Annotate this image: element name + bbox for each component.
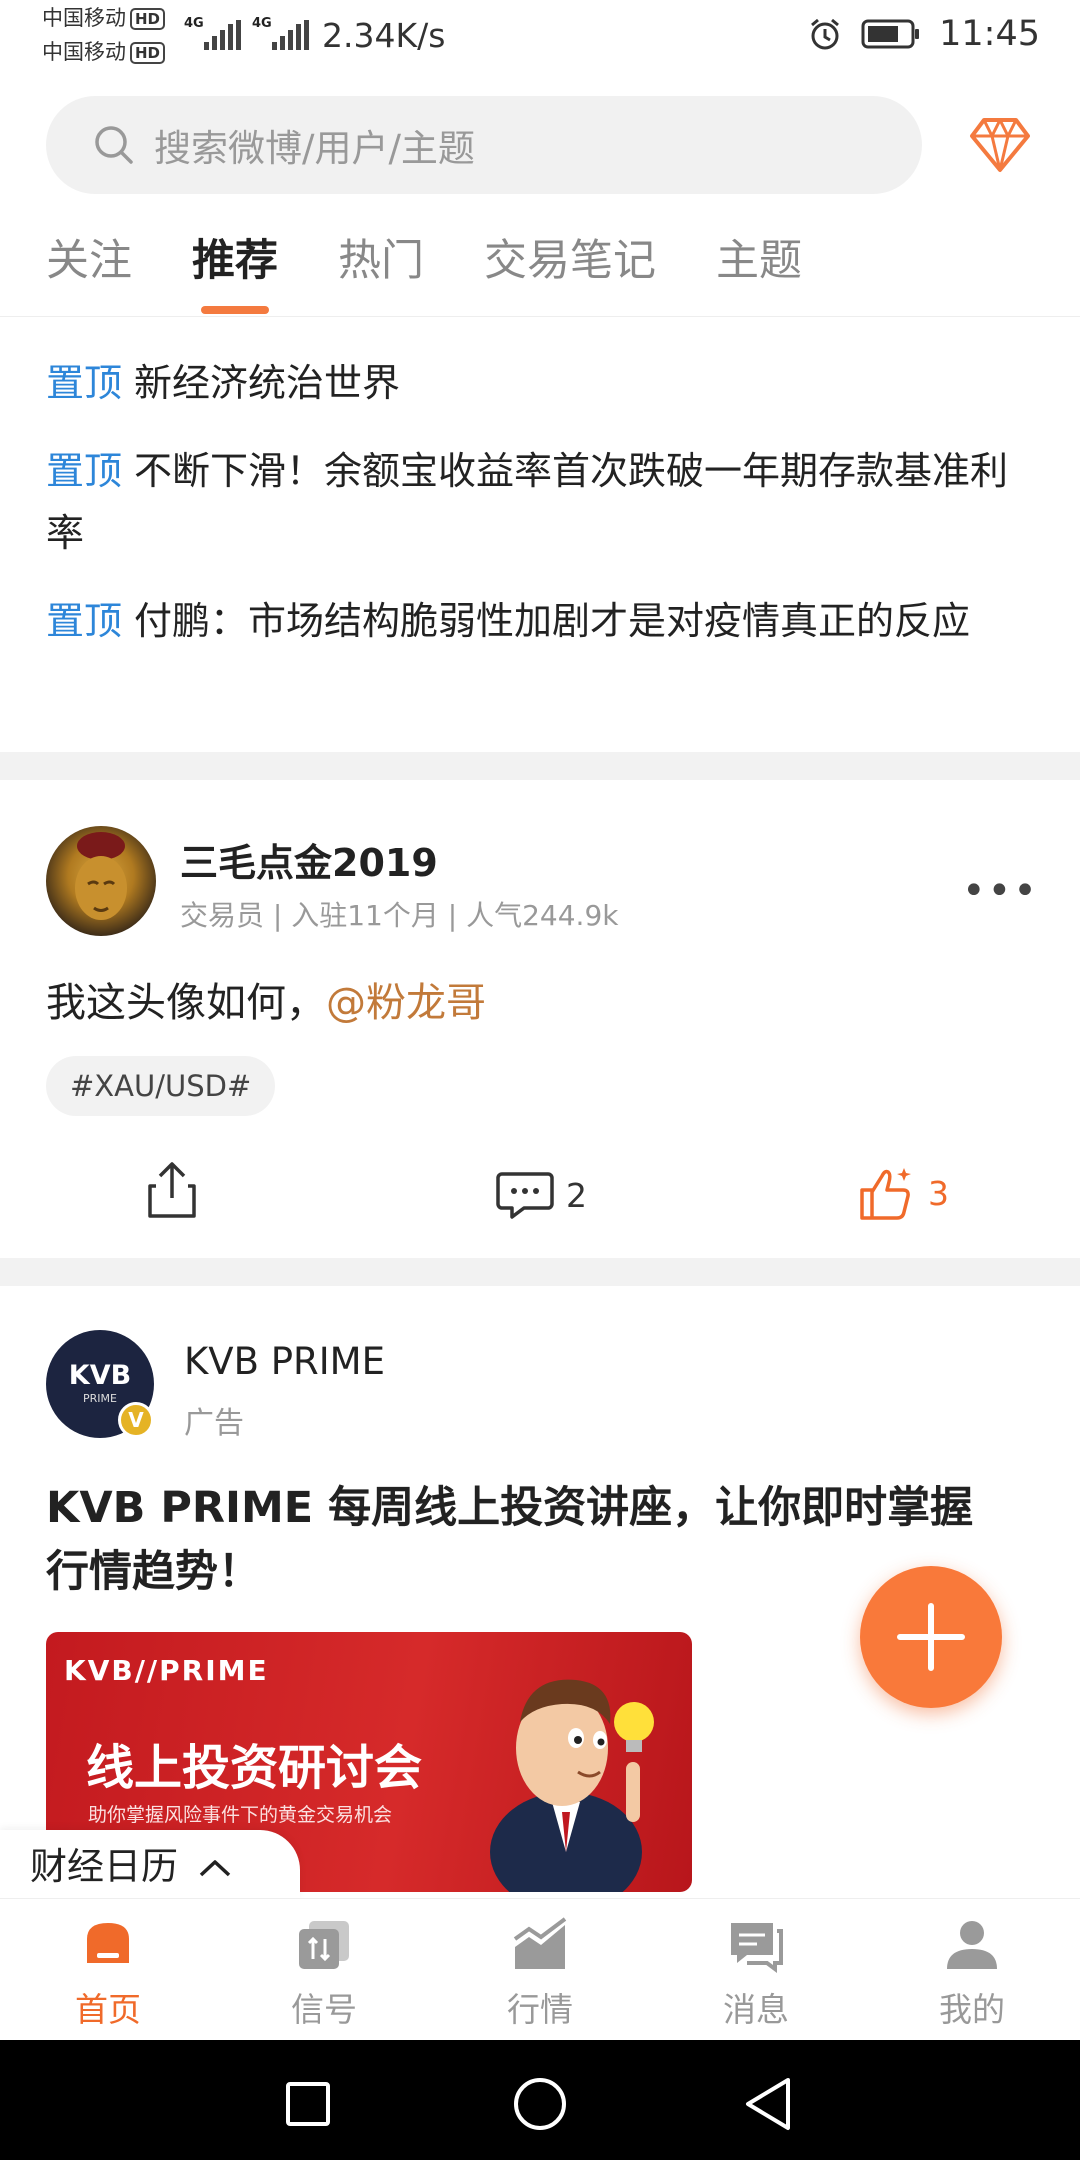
- hashtag-chip[interactable]: #XAU/USD#: [46, 1056, 276, 1116]
- tab-hot-label: 热门: [338, 236, 424, 286]
- network-speed: 2.34K/s: [322, 16, 446, 55]
- mention-link[interactable]: @粉龙哥: [326, 980, 486, 1026]
- system-nav-bar: [0, 2040, 1080, 2160]
- tab-recommend[interactable]: 推荐: [192, 226, 278, 316]
- bottom-nav: 首页 信号 行情 消息 我的: [0, 1898, 1080, 2040]
- pinned-item[interactable]: 置顶 付鹏：市场结构脆弱性加剧才是对疫情真正的反应: [46, 590, 1026, 652]
- carrier-1: 中国移动 HD: [42, 6, 166, 30]
- nav-market-label: 行情: [507, 1990, 573, 2029]
- post-body: 我这头像如何，: [46, 980, 326, 1026]
- finance-calendar-toggle[interactable]: 财经日历: [0, 1830, 300, 1898]
- market-icon: [513, 1917, 567, 1969]
- section-divider: [0, 1258, 1080, 1286]
- share-button[interactable]: [146, 1160, 198, 1220]
- back-triangle-icon[interactable]: [742, 2076, 794, 2132]
- battery-icon: [861, 19, 920, 49]
- carrier-2-label: 中国移动: [42, 40, 126, 64]
- hd-badge-1: HD: [130, 8, 166, 30]
- pinned-item[interactable]: 置顶 新经济统治世界: [46, 352, 1026, 414]
- tab-follow-label: 关注: [46, 236, 132, 286]
- create-post-button[interactable]: [860, 1566, 1002, 1708]
- feed-tabs: 关注 推荐 热门 交易笔记 主题: [46, 226, 802, 316]
- pinned-title: 新经济统治世界: [134, 361, 401, 405]
- finance-calendar-label: 财经日历: [30, 1845, 178, 1888]
- tab-trade-notes-label: 交易笔记: [484, 236, 656, 286]
- section-divider: [0, 752, 1080, 780]
- ad-brand-name[interactable]: KVB PRIME: [184, 1340, 385, 1383]
- pinned-tag: 置顶: [46, 361, 123, 405]
- ad-label: 广告: [184, 1406, 244, 1441]
- tab-hot[interactable]: 热门: [338, 226, 424, 316]
- kvb-avatar[interactable]: KVB PRIME V: [46, 1330, 154, 1438]
- comment-count: 2: [566, 1175, 587, 1215]
- nav-market[interactable]: 行情: [470, 1917, 610, 2031]
- comment-icon: [496, 1172, 554, 1219]
- post-user-meta: 交易员 | 入驻11个月 | 人气244.9k: [180, 899, 619, 932]
- signal-icon: [299, 1921, 349, 1969]
- nav-profile[interactable]: 我的: [902, 1917, 1042, 2031]
- tab-trade-notes[interactable]: 交易笔记: [484, 226, 656, 316]
- pinned-title: 不断下滑！余额宝收益率首次跌破一年期存款基准利率: [46, 449, 1009, 555]
- share-icon: [148, 1162, 196, 1218]
- alarm-icon: [811, 18, 840, 50]
- comment-button[interactable]: 2: [496, 1170, 587, 1220]
- tab-topics[interactable]: 主题: [716, 226, 802, 316]
- tab-follow[interactable]: 关注: [46, 226, 132, 316]
- like-count: 3: [928, 1173, 949, 1213]
- like-button[interactable]: 3: [858, 1164, 949, 1222]
- recents-square-icon[interactable]: [284, 2080, 332, 2128]
- search-input[interactable]: 搜索微博/用户/主题: [46, 96, 922, 194]
- tab-recommend-label: 推荐: [192, 236, 278, 286]
- nav-profile-label: 我的: [939, 1990, 1005, 2029]
- active-tab-indicator: [201, 306, 269, 314]
- status-bar: 中国移动 HD 中国移动 HD 4G 4G 2.34K/s 11:45: [0, 0, 1080, 76]
- more-options-icon[interactable]: •••: [962, 868, 1039, 914]
- network-type-2: 4G: [252, 16, 272, 31]
- post-username[interactable]: 三毛点金2019: [180, 832, 438, 887]
- clock: 11:45: [939, 14, 1040, 54]
- pinned-item[interactable]: 置顶 不断下滑！余额宝收益率首次跌破一年期存款基准利率: [46, 440, 1026, 564]
- hd-badge-2: HD: [130, 42, 166, 64]
- banner-title: 线上投资研讨会: [86, 1740, 423, 1796]
- chevron-up-icon: [199, 1860, 230, 1877]
- nav-home-label: 首页: [75, 1990, 141, 2029]
- pinned-title: 付鹏：市场结构脆弱性加剧才是对疫情真正的反应: [134, 599, 971, 643]
- kvb-avatar-text: KVB: [68, 1360, 132, 1391]
- carrier-1-label: 中国移动: [42, 6, 126, 30]
- nav-home[interactable]: 首页: [38, 1917, 178, 2031]
- nav-messages-label: 消息: [723, 1990, 789, 2029]
- nav-messages[interactable]: 消息: [686, 1917, 826, 2031]
- search-placeholder: 搜索微博/用户/主题: [154, 127, 475, 170]
- post-actions: 2 3: [0, 1160, 1080, 1236]
- user-avatar[interactable]: [46, 826, 156, 936]
- diamond-vip-icon[interactable]: [968, 116, 1032, 174]
- post-text: 我这头像如何，@粉龙哥: [46, 970, 486, 1028]
- thumbs-up-icon: [860, 1168, 911, 1220]
- pinned-tag: 置顶: [46, 599, 123, 643]
- tabs-divider: [0, 316, 1080, 317]
- network-type-1: 4G: [184, 16, 204, 31]
- carrier-2: 中国移动 HD: [42, 40, 166, 64]
- buddha-avatar-icon: [75, 832, 127, 920]
- profile-icon: [947, 1921, 997, 1969]
- home-icon: [87, 1923, 129, 1963]
- pinned-list: 置顶 新经济统治世界 置顶 不断下滑！余额宝收益率首次跌破一年期存款基准利率 置顶付…: [46, 352, 1026, 678]
- home-circle-icon[interactable]: [512, 2076, 568, 2132]
- cartoon-businessman-icon: [490, 1679, 654, 1892]
- nav-signal-label: 信号: [291, 1990, 357, 2029]
- plus-icon: [897, 1603, 965, 1671]
- banner-subtitle: 助你掌握风险事件下的黄金交易机会: [88, 1804, 393, 1826]
- pinned-tag: 置顶: [46, 449, 123, 493]
- tab-topics-label: 主题: [716, 236, 802, 286]
- message-icon: [731, 1923, 783, 1973]
- verified-badge-icon: V: [118, 1402, 154, 1438]
- nav-signal[interactable]: 信号: [254, 1917, 394, 2031]
- search-icon: [95, 126, 133, 164]
- banner-logo: KVB//PRIME: [64, 1654, 269, 1687]
